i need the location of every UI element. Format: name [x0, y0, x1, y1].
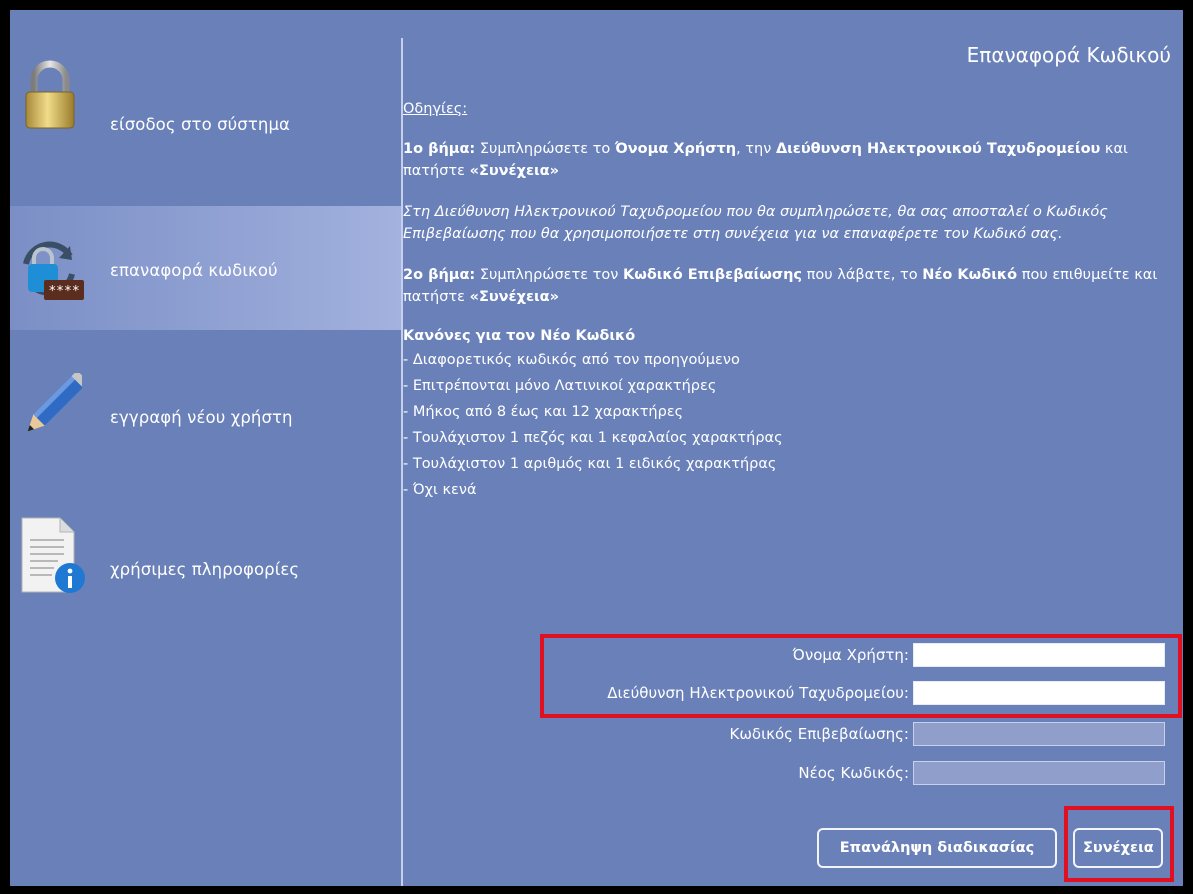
password-reset-icon: ****: [23, 241, 84, 300]
rule-item: - Τουλάχιστον 1 πεζός και 1 κεφαλαίος χα…: [403, 430, 783, 446]
svg-text:****: ****: [48, 284, 79, 299]
instructions-heading: Οδηγίες:: [403, 101, 468, 117]
step1-text: 1ο βήμα: Συμπληρώσετε το Όνομα Χρήστη, τ…: [403, 141, 1128, 179]
padlock-icon: [25, 60, 75, 129]
rule-item: - Επιτρέπονται μόνο Λατινικοί χαρακτήρες: [403, 378, 717, 394]
pencil-icon: [27, 373, 82, 432]
continue-button[interactable]: Συνέχεια: [1073, 828, 1163, 868]
app-window: είσοδος στο σύστημα **** επαναφορά κωδικ…: [10, 10, 1183, 886]
sidebar-item-reset-password[interactable]: **** επαναφορά κωδικού: [10, 206, 401, 330]
sidebar-item-label: είσοδος στο σύστημα: [110, 115, 291, 134]
fields-highlight: [540, 634, 1182, 718]
sidebar-item-label: επαναφορά κωδικού: [110, 261, 278, 280]
rule-item: - Διαφορετικός κωδικός από τον προηγούμε…: [403, 352, 740, 368]
rule-item: - Τουλάχιστον 1 αριθμός και 1 ειδικός χα…: [403, 456, 777, 472]
rule-item: - Όχι κενά: [403, 482, 477, 498]
sidebar-item-login[interactable]: είσοδος στο σύστημα: [10, 50, 401, 168]
password-rules: Κανόνες για τον Νέο Κωδικό - Διαφορετικό…: [403, 325, 1173, 503]
new-password-label: Νέος Κωδικός:: [798, 764, 909, 782]
sidebar-item-label: χρήσιμες πληροφορίες: [110, 560, 300, 579]
restart-button[interactable]: Επανάληψη διαδικασίας: [817, 828, 1057, 868]
step2-text: 2ο βήμα: Συμπληρώσετε τον Κωδικό Επιβεβα…: [403, 267, 1158, 305]
email-note: Στη Διεύθυνση Ηλεκτρονικού Ταχυδρομείου …: [403, 204, 1108, 242]
sidebar-item-label: εγγραφή νέου χρήστη: [110, 408, 293, 427]
instructions: Οδηγίες: 1ο βήμα: Συμπληρώσετε το Όνομα …: [403, 98, 1173, 503]
info-document-icon: [21, 517, 85, 593]
page-title: Επαναφορά Κωδικού: [966, 43, 1171, 67]
new-password-input: [913, 761, 1165, 785]
rule-item: - Μήκος από 8 έως και 12 χαρακτήρες: [403, 404, 684, 420]
new-password-row: Νέος Κωδικός:: [798, 761, 1165, 785]
confirm-code-input: [913, 722, 1165, 746]
confirm-code-row: Κωδικός Επιβεβαίωσης:: [730, 722, 1165, 746]
rules-title: Κανόνες για τον Νέο Κωδικό: [403, 328, 636, 344]
sidebar-item-useful-info[interactable]: χρήσιμες πληροφορίες: [10, 500, 401, 618]
sidebar-item-register[interactable]: εγγραφή νέου χρήστη: [10, 355, 401, 473]
confirm-code-label: Κωδικός Επιβεβαίωσης:: [729, 725, 909, 743]
